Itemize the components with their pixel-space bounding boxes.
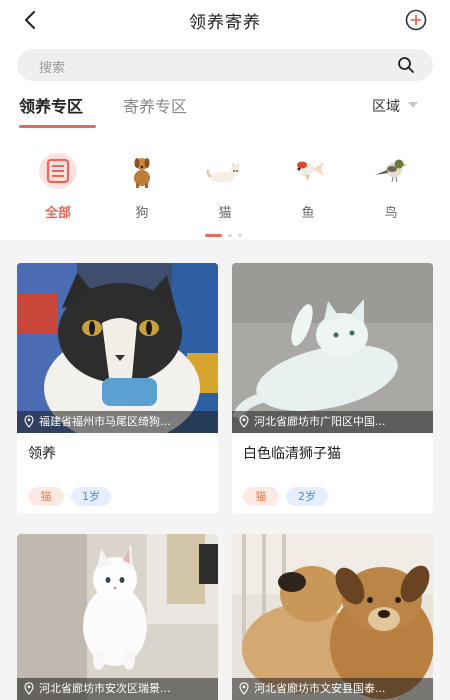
pet-title: 领养 (28, 446, 56, 462)
pet-age-tag: 2岁 (286, 487, 328, 506)
cat-icon (206, 162, 240, 183)
location-pin-icon (239, 415, 249, 428)
location-overlay: 福建省福州市马尾区绮狗... (17, 411, 218, 433)
pet-type-tag: 猫 (28, 487, 64, 506)
pet-card[interactable]: 河北省廊坊市文安县国泰... (232, 534, 433, 700)
pet-card[interactable]: 河北省廊坊市安次区瑞景... (17, 534, 218, 700)
category-pager (205, 234, 245, 238)
app-header: 领养寄养 (0, 0, 450, 40)
location-pin-icon (24, 415, 34, 428)
location-overlay: 河北省廊坊市广阳区中国... (232, 411, 433, 433)
category-bird[interactable]: 鸟 (363, 150, 419, 222)
search-icon[interactable] (397, 56, 415, 74)
category-cat[interactable]: 猫 (197, 150, 253, 222)
location-text: 河北省廊坊市广阳区中国... (254, 415, 386, 428)
location-pin-icon (24, 682, 34, 695)
pager-dot (228, 234, 232, 237)
search-placeholder: 搜索 (39, 61, 66, 76)
location-pin-icon (239, 682, 249, 695)
location-text: 河北省廊坊市安次区瑞景... (39, 682, 171, 695)
category-label: 猫 (218, 206, 232, 221)
fish-icon (296, 161, 324, 181)
pet-card[interactable]: 河北省廊坊市广阳区中国... 白色临清狮子猫 猫 2岁 (232, 263, 433, 513)
pet-photo: 河北省廊坊市广阳区中国... (232, 263, 433, 433)
pet-card[interactable]: 福建省福州市马尾区绮狗... 领养 猫 1岁 (17, 263, 218, 513)
page-title: 领养寄养 (189, 13, 261, 33)
dog-icon (134, 158, 150, 188)
category-label: 鱼 (301, 206, 315, 221)
location-text: 河北省廊坊市文安县国泰... (254, 682, 386, 695)
location-text: 福建省福州市马尾区绮狗... (39, 415, 171, 428)
location-overlay: 河北省廊坊市安次区瑞景... (17, 678, 218, 700)
location-overlay: 河北省廊坊市文安县国泰... (232, 678, 433, 700)
pet-photo: 河北省廊坊市安次区瑞景... (17, 534, 218, 700)
category-label: 鸟 (384, 206, 398, 221)
tab-adopt[interactable]: 领养专区 (19, 93, 83, 117)
tab-foster[interactable]: 寄养专区 (123, 93, 187, 117)
region-filter[interactable]: 区域 (372, 96, 400, 116)
active-tab-indicator (19, 125, 96, 128)
pet-title: 白色临清狮子猫 (243, 446, 341, 462)
bird-icon (375, 159, 407, 183)
search-input[interactable]: 搜索 (17, 49, 433, 81)
pet-photo: 福建省福州市马尾区绮狗... (17, 263, 218, 433)
pet-age-tag: 1岁 (71, 487, 111, 506)
category-fish[interactable]: 鱼 (280, 150, 336, 222)
chevron-down-icon (408, 102, 418, 108)
pet-photo: 河北省廊坊市文安县国泰... (232, 534, 433, 700)
plus-circle-icon[interactable] (404, 8, 428, 32)
category-label: 狗 (135, 206, 149, 221)
pager-dot (238, 234, 242, 237)
pet-type-tag: 猫 (243, 487, 279, 506)
category-all[interactable]: 全部 (30, 150, 86, 222)
pager-dot-active (205, 234, 222, 237)
all-list-icon (39, 153, 77, 189)
category-dog[interactable]: 狗 (114, 150, 170, 222)
category-label: 全部 (44, 206, 71, 221)
